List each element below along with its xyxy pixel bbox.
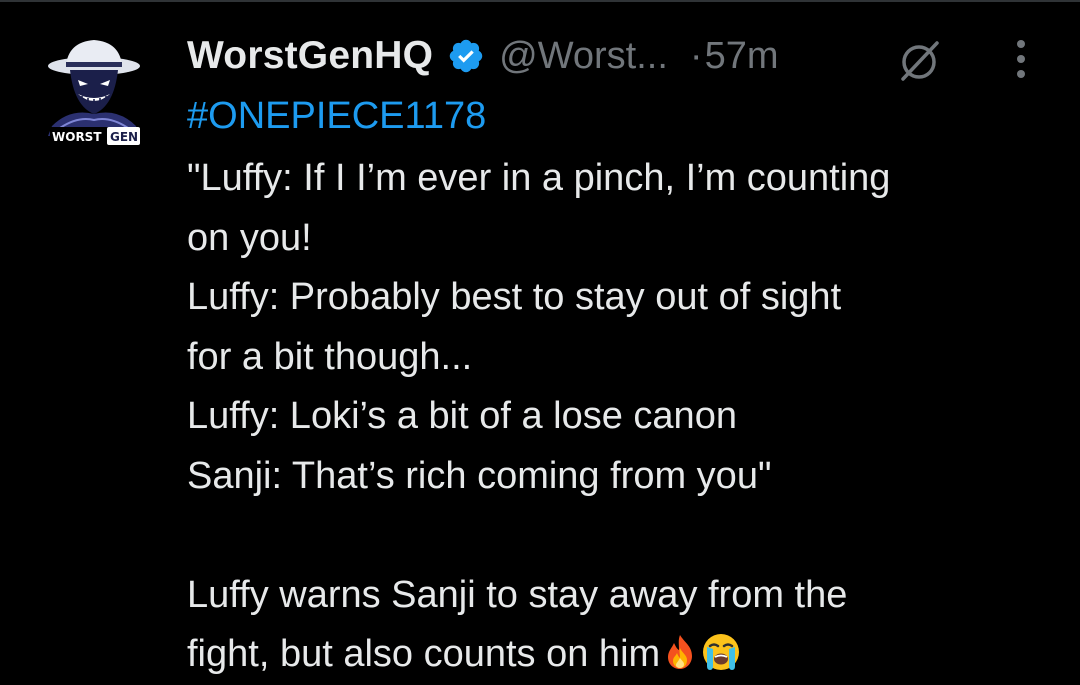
fire-emoji-icon xyxy=(668,635,693,669)
avatar-gen-text: GEN xyxy=(110,130,138,144)
tweet-line-last: fight, but also counts on him xyxy=(187,625,1067,685)
tweet-header: WorstGenHQ @Worst... · 57m xyxy=(187,28,779,84)
tweet-line: Luffy: Loki’s a bit of a lose canon xyxy=(187,395,737,437)
more-vertical-icon[interactable] xyxy=(1008,36,1034,82)
tweet-line: Luffy warns Sanji to stay away from the xyxy=(187,573,848,616)
hashtag-link[interactable]: #ONEPIECE1178 xyxy=(187,90,486,142)
tweet-line: Sanji: That’s rich coming from you" xyxy=(187,454,772,497)
top-divider xyxy=(0,0,1080,2)
tweet-text: "Luffy: If I I’m ever in a pinch, I’m co… xyxy=(187,149,1067,685)
tweet-line: "Luffy: If I I’m ever in a pinch, I’m co… xyxy=(187,157,891,199)
tweet-line-last-text: fight, but also counts on him xyxy=(187,633,661,675)
grok-icon[interactable] xyxy=(897,38,943,84)
display-name[interactable]: WorstGenHQ xyxy=(187,34,433,78)
avatar[interactable]: WORST GEN xyxy=(30,28,160,158)
verified-badge-icon xyxy=(449,39,483,73)
tweet-line: Luffy: Probably best to stay out of sigh… xyxy=(187,276,842,318)
separator-dot: · xyxy=(689,34,703,77)
handle[interactable]: @Worst... xyxy=(499,35,668,78)
tweet-line: on you! xyxy=(187,216,312,259)
tweet-line: for a bit though... xyxy=(187,335,473,378)
avatar-worst-text: WORST xyxy=(52,130,102,144)
loudly-crying-face-emoji-icon xyxy=(703,634,740,670)
timestamp[interactable]: 57m xyxy=(705,35,779,78)
